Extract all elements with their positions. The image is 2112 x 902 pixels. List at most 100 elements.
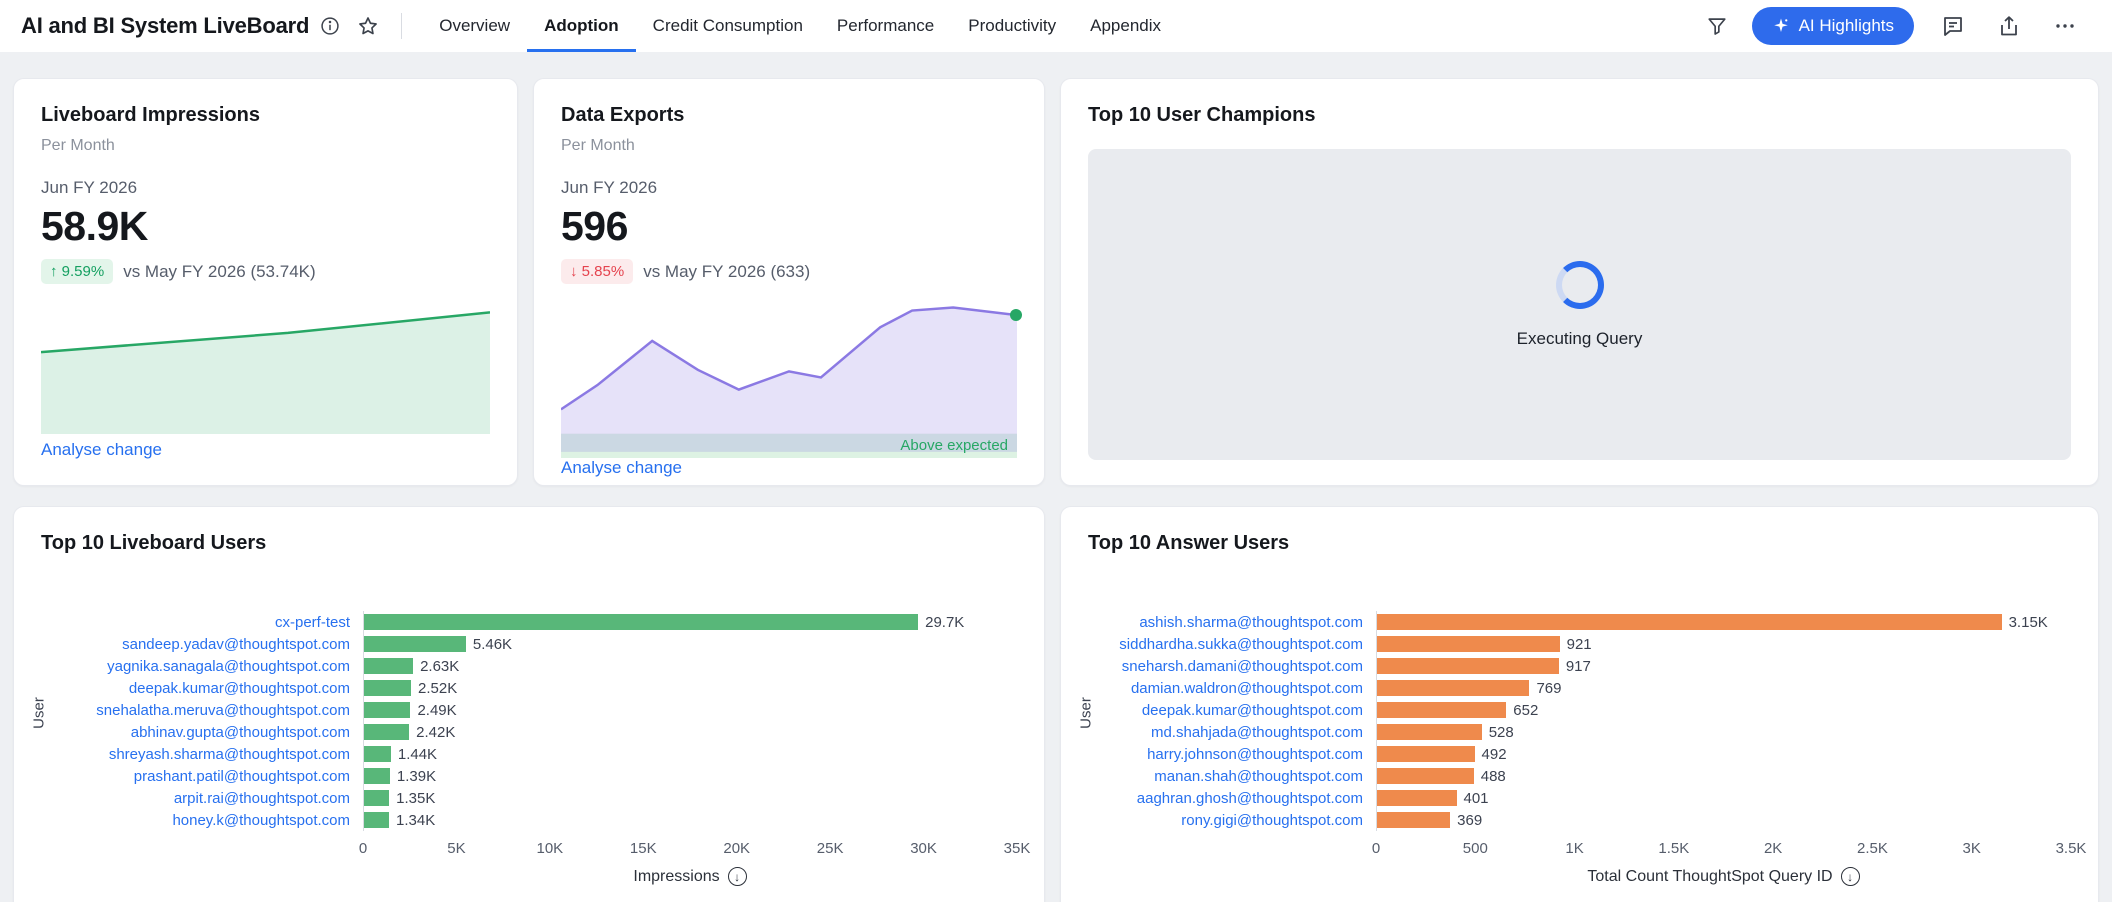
bar-track: 2.42K: [363, 721, 1017, 743]
bar-row: honey.k@thoughtspot.com1.34K: [41, 809, 1017, 831]
ai-highlights-button[interactable]: AI Highlights: [1752, 7, 1914, 45]
bar-value-label: 528: [1489, 724, 1514, 741]
bar[interactable]: [1377, 746, 1475, 762]
header-divider: [401, 13, 402, 39]
favorite-button[interactable]: [351, 9, 385, 43]
bar[interactable]: [364, 680, 411, 696]
analyse-change-link[interactable]: Analyse change: [41, 440, 162, 460]
bar[interactable]: [1377, 768, 1474, 784]
filter-icon: [1706, 15, 1728, 37]
x-axis-ticks: 05K10K15K20K25K30K35K: [363, 831, 1017, 867]
info-icon: [320, 16, 340, 36]
bar[interactable]: [1377, 790, 1457, 806]
sort-descending-icon[interactable]: ↓: [1841, 867, 1860, 886]
bar[interactable]: [1377, 636, 1560, 652]
bar[interactable]: [364, 702, 410, 718]
kpi-period: Jun FY 2026: [41, 178, 490, 198]
bar[interactable]: [1377, 812, 1450, 828]
bar[interactable]: [364, 790, 389, 806]
axis-tick: 2.5K: [1857, 840, 1888, 857]
tab-productivity[interactable]: Productivity: [951, 0, 1073, 52]
bar[interactable]: [364, 768, 390, 784]
category-label[interactable]: rony.gigi@thoughtspot.com: [1088, 812, 1376, 829]
ai-highlights-label: AI Highlights: [1799, 16, 1894, 36]
bar-track: 2.49K: [363, 699, 1017, 721]
tab-overview[interactable]: Overview: [422, 0, 527, 52]
category-label[interactable]: abhinav.gupta@thoughtspot.com: [41, 724, 363, 741]
category-label[interactable]: damian.waldron@thoughtspot.com: [1088, 680, 1376, 697]
bar[interactable]: [364, 812, 389, 828]
kpi-delta-row: ↑ 9.59% vs May FY 2026 (53.74K): [41, 259, 490, 284]
bar-row: rony.gigi@thoughtspot.com 369: [1088, 809, 2071, 831]
bar-track: 29.7K: [363, 611, 1017, 633]
category-label[interactable]: sandeep.yadav@thoughtspot.com: [41, 636, 363, 653]
bar-track: 921: [1376, 633, 2071, 655]
bar[interactable]: [1377, 724, 1482, 740]
card-title: Data Exports: [561, 104, 1017, 127]
bar-row: snehalatha.meruva@thoughtspot.com 2.49K: [41, 699, 1017, 721]
bar[interactable]: [364, 614, 918, 630]
card-subtitle: Per Month: [41, 137, 490, 155]
analyse-change-link[interactable]: Analyse change: [561, 458, 682, 478]
bar[interactable]: [364, 658, 413, 674]
category-label[interactable]: honey.k@thoughtspot.com: [41, 812, 363, 829]
bar-value-label: 369: [1457, 812, 1482, 829]
category-label[interactable]: ashish.sharma@thoughtspot.com: [1088, 614, 1376, 631]
category-label[interactable]: deepak.kumar@thoughtspot.com: [41, 680, 363, 697]
axis-tick: 0: [359, 840, 367, 857]
tab-performance[interactable]: Performance: [820, 0, 951, 52]
loading-spinner-icon: [1556, 261, 1604, 309]
axis-tick: 1.5K: [1658, 840, 1689, 857]
bar[interactable]: [364, 636, 466, 652]
category-label[interactable]: shreyash.sharma@thoughtspot.com: [41, 746, 363, 763]
bar-track: 3.15K: [1376, 611, 2071, 633]
bar[interactable]: [1377, 614, 2002, 630]
bar-track: 401: [1376, 787, 2071, 809]
category-label[interactable]: deepak.kumar@thoughtspot.com: [1088, 702, 1376, 719]
category-label[interactable]: snehalatha.meruva@thoughtspot.com: [41, 702, 363, 719]
bar[interactable]: [364, 746, 391, 762]
category-label[interactable]: yagnika.sanagala@thoughtspot.com: [41, 658, 363, 675]
axis-tick: 0: [1372, 840, 1380, 857]
category-label[interactable]: siddhardha.sukka@thoughtspot.com: [1088, 636, 1376, 653]
tab-credit-consumption[interactable]: Credit Consumption: [636, 0, 820, 52]
comment-icon: [1941, 14, 1965, 38]
bar-track: 528: [1376, 721, 2071, 743]
page-title: AI and BI System LiveBoard: [21, 13, 309, 39]
category-label[interactable]: harry.johnson@thoughtspot.com: [1088, 746, 1376, 763]
more-options-button[interactable]: [2048, 9, 2082, 43]
bar-value-label: 5.46K: [473, 636, 512, 653]
category-label[interactable]: prashant.patil@thoughtspot.com: [41, 768, 363, 785]
bar[interactable]: [364, 724, 409, 740]
tab-appendix[interactable]: Appendix: [1073, 0, 1178, 52]
category-label[interactable]: cx-perf-test: [41, 614, 363, 631]
axis-tick: 20K: [723, 840, 750, 857]
bar-row: shreyash.sharma@thoughtspot.com1.44K: [41, 743, 1017, 765]
axis-tick: 3K: [1963, 840, 1981, 857]
share-button[interactable]: [1992, 9, 2026, 43]
tab-adoption[interactable]: Adoption: [527, 0, 636, 52]
sort-descending-icon[interactable]: ↓: [728, 867, 747, 886]
category-label[interactable]: sneharsh.damani@thoughtspot.com: [1088, 658, 1376, 675]
category-label[interactable]: md.shahjada@thoughtspot.com: [1088, 724, 1376, 741]
bar-track: 488: [1376, 765, 2071, 787]
category-label[interactable]: arpit.rai@thoughtspot.com: [41, 790, 363, 807]
category-label[interactable]: manan.shah@thoughtspot.com: [1088, 768, 1376, 785]
kpi-period: Jun FY 2026: [561, 178, 1017, 198]
user-champions-card: Top 10 User Champions Executing Query: [1060, 78, 2099, 486]
comments-button[interactable]: [1936, 9, 1970, 43]
bar-rows: ashish.sharma@thoughtspot.com 3.15K siddha…: [1088, 611, 2071, 831]
info-button[interactable]: [313, 9, 347, 43]
tab-bar: Overview Adoption Credit Consumption Per…: [422, 0, 1178, 52]
bar-value-label: 3.15K: [2009, 614, 2048, 631]
bar[interactable]: [1377, 680, 1529, 696]
bar[interactable]: [1377, 702, 1506, 718]
axis-tick: 10K: [536, 840, 563, 857]
bar[interactable]: [1377, 658, 1559, 674]
bar-value-label: 921: [1567, 636, 1592, 653]
trend-end-dot: [1010, 309, 1022, 321]
bar-row: cx-perf-test29.7K: [41, 611, 1017, 633]
bar-value-label: 2.49K: [417, 702, 456, 719]
filter-button[interactable]: [1700, 9, 1734, 43]
category-label[interactable]: aaghran.ghosh@thoughtspot.com: [1088, 790, 1376, 807]
